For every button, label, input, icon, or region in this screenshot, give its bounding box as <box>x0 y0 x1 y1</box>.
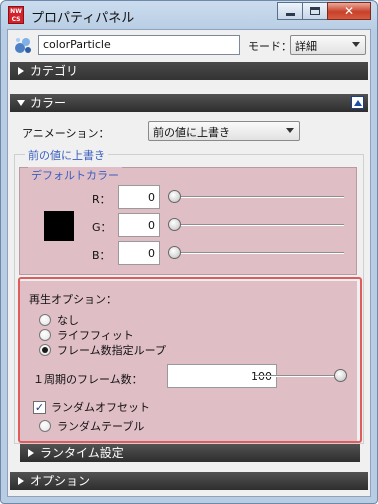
minimize-icon <box>285 12 295 16</box>
slider-track <box>168 224 344 226</box>
channel-b-input[interactable]: 0 <box>118 241 160 265</box>
particle-object-icon[interactable] <box>12 34 34 56</box>
minimize-button[interactable] <box>277 2 303 20</box>
section-category[interactable]: カテゴリ <box>10 62 368 80</box>
animation-label: アニメーション： <box>22 127 110 140</box>
maximize-icon <box>310 7 320 15</box>
close-icon: ✕ <box>343 4 355 18</box>
channel-r-input[interactable]: 0 <box>118 185 160 209</box>
chevron-down-icon <box>286 128 294 133</box>
chevron-down-icon <box>352 42 360 47</box>
slider-track <box>168 196 344 198</box>
channel-b-label: B： <box>92 249 111 262</box>
default-color-title: デフォルトカラー <box>28 167 122 183</box>
mode-select-value: 詳細 <box>295 40 317 53</box>
object-name-field[interactable]: colorParticle <box>38 35 240 55</box>
expand-icon <box>28 449 34 457</box>
channel-b-slider[interactable] <box>168 246 344 260</box>
section-runtime[interactable]: ランタイム設定 <box>20 444 360 462</box>
animation-select-value: 前の値に上書き <box>153 126 230 139</box>
default-color-group: デフォルトカラー R： 0 G： 0 B： 0 <box>19 167 357 275</box>
expand-icon <box>18 477 24 485</box>
maximize-button[interactable] <box>302 2 328 20</box>
section-options[interactable]: オプション <box>10 472 368 490</box>
channel-g-input[interactable]: 0 <box>118 213 160 237</box>
channel-g-label: G： <box>92 221 112 234</box>
collapse-icon <box>17 100 25 106</box>
channel-r-label: R： <box>92 193 111 206</box>
arrow-up-icon <box>353 99 362 106</box>
close-button[interactable]: ✕ <box>327 2 371 20</box>
section-runtime-label: ランタイム設定 <box>40 446 124 460</box>
expand-icon <box>18 67 24 75</box>
object-row: colorParticle モード： 詳細 <box>8 30 370 60</box>
panel-body: colorParticle モード： 詳細 カテゴリ カラー アニメーション： … <box>7 29 371 497</box>
selection-highlight <box>18 277 362 443</box>
mode-select[interactable]: 詳細 <box>290 35 366 55</box>
slider-knob[interactable] <box>168 190 181 203</box>
slider-track <box>168 252 344 254</box>
move-up-button[interactable] <box>351 96 364 109</box>
overwrite-group-title: 前の値に上書き <box>25 147 108 163</box>
channel-r-slider[interactable] <box>168 190 344 204</box>
section-color[interactable]: カラー <box>10 94 368 112</box>
mode-label: モード： <box>248 40 292 53</box>
slider-knob[interactable] <box>168 246 181 259</box>
slider-knob[interactable] <box>168 218 181 231</box>
titlebar[interactable]: NW CS プロパティパネル ✕ <box>1 1 377 29</box>
window-title: プロパティパネル <box>31 11 135 26</box>
channel-g-slider[interactable] <box>168 218 344 232</box>
section-color-label: カラー <box>30 96 67 110</box>
section-category-label: カテゴリ <box>30 64 79 78</box>
properties-window: NW CS プロパティパネル ✕ colorParticle モード： 詳細 カ… <box>0 0 378 504</box>
animation-select[interactable]: 前の値に上書き <box>148 121 300 141</box>
section-options-label: オプション <box>30 474 91 488</box>
color-swatch[interactable] <box>44 211 74 241</box>
app-logo-icon: NW CS <box>8 6 24 24</box>
